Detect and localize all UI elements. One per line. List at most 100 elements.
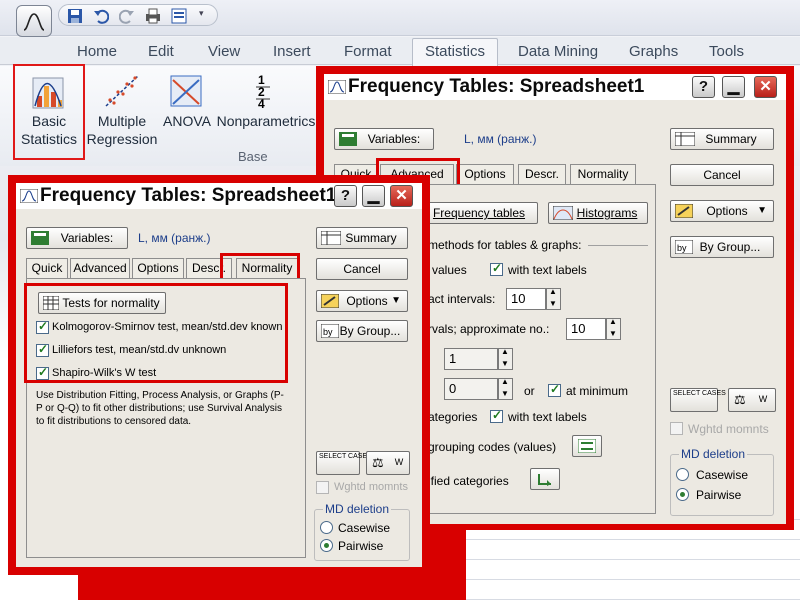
weight-label: W bbox=[394, 457, 404, 467]
customize-qat-icon[interactable]: ▾ bbox=[199, 8, 215, 24]
tab-options[interactable]: Options bbox=[456, 164, 514, 184]
tab-tools[interactable]: Tools bbox=[709, 43, 744, 60]
svg-text:by: by bbox=[323, 327, 333, 337]
step-size-input[interactable]: 1 bbox=[444, 348, 498, 370]
methods-heading: methods for tables & graphs: bbox=[428, 238, 582, 252]
shapiro-wilk-label: Shapiro-Wilk's W test bbox=[52, 367, 157, 379]
md-deletion-title: MD deletion bbox=[679, 447, 748, 461]
weight-button[interactable]: ⚖ W bbox=[366, 451, 410, 475]
save-icon[interactable] bbox=[67, 8, 83, 24]
multiple-regression-button[interactable]: Multiple Regression bbox=[86, 70, 158, 148]
app-menu-icon[interactable] bbox=[16, 5, 52, 37]
options-button[interactable]: Options ▼ bbox=[670, 200, 774, 222]
variables-value: L, мм (ранж.) bbox=[138, 231, 211, 245]
help-button[interactable]: ? bbox=[692, 76, 715, 98]
text-labels-checkbox-2[interactable] bbox=[490, 408, 503, 423]
by-group-label: By Group... bbox=[339, 324, 401, 338]
casewise-radio[interactable] bbox=[320, 521, 333, 534]
tab-view[interactable]: View bbox=[208, 43, 240, 60]
tab-advanced[interactable]: Advanced bbox=[70, 258, 130, 278]
specified-categories-button[interactable] bbox=[530, 468, 560, 490]
casewise-label: Casewise bbox=[338, 521, 391, 535]
grouping-codes-label: grouping codes (values) bbox=[428, 440, 557, 454]
variables-label: Variables: bbox=[60, 231, 114, 245]
front-dialog: Frequency Tables: Spreadsheet1 ? ▁ ✕ Var… bbox=[16, 183, 422, 567]
tab-graphs[interactable]: Graphs bbox=[629, 43, 678, 60]
tab-data-mining[interactable]: Data Mining bbox=[518, 43, 598, 60]
properties-icon[interactable] bbox=[171, 8, 187, 24]
close-button[interactable]: ✕ bbox=[754, 76, 777, 98]
normality-note: Use Distribution Fitting, Process Analys… bbox=[36, 390, 284, 427]
options-button[interactable]: Options ▼ bbox=[316, 290, 408, 312]
tab-statistics[interactable]: Statistics bbox=[425, 43, 485, 60]
approx-intervals-spinner[interactable] bbox=[606, 317, 621, 340]
at-minimum-label: at minimum bbox=[566, 384, 629, 398]
frequency-app-icon bbox=[328, 80, 346, 94]
weight-icon: ⚖ bbox=[372, 455, 384, 470]
minimize-button[interactable]: ▁ bbox=[362, 185, 385, 207]
tab-quick[interactable]: Quick bbox=[26, 258, 68, 278]
categories-label: ategories bbox=[428, 410, 478, 424]
minimize-button[interactable]: ▁ bbox=[722, 76, 745, 98]
front-dialog-titlebar: Frequency Tables: Spreadsheet1 ? ▁ ✕ bbox=[16, 183, 422, 209]
histograms-button[interactable]: Histograms bbox=[548, 202, 648, 224]
step-size-spinner[interactable] bbox=[498, 347, 513, 370]
summary-button[interactable]: Summary bbox=[316, 227, 408, 249]
tab-descr[interactable]: Descr. bbox=[518, 164, 566, 184]
close-button[interactable]: ✕ bbox=[390, 185, 413, 207]
at-minimum-checkbox[interactable] bbox=[548, 382, 561, 397]
variables-label: Variables: bbox=[367, 132, 421, 146]
lilliefors-checkbox[interactable] bbox=[36, 342, 49, 357]
select-cases-button[interactable]: SELECT CASES bbox=[316, 451, 372, 475]
pairwise-radio[interactable] bbox=[676, 488, 689, 501]
starting-at-input[interactable]: 0 bbox=[444, 378, 498, 400]
variables-button[interactable]: Variables: bbox=[334, 128, 434, 150]
tab-insert[interactable]: Insert bbox=[273, 43, 311, 60]
undo-icon[interactable] bbox=[93, 8, 110, 24]
cancel-button[interactable]: Cancel bbox=[670, 164, 774, 186]
weighted-moments-checkbox[interactable] bbox=[316, 481, 329, 494]
weight-button[interactable]: ⚖ W bbox=[728, 388, 776, 412]
print-icon[interactable] bbox=[145, 8, 161, 24]
starting-at-spinner[interactable] bbox=[498, 377, 513, 400]
text-labels-checkbox-1[interactable] bbox=[490, 261, 503, 276]
anova-button[interactable]: ANOVA bbox=[162, 70, 212, 130]
redo-icon[interactable] bbox=[118, 8, 135, 24]
nonparametrics-label: Nonparametrics bbox=[216, 113, 316, 129]
by-group-icon: by bbox=[675, 240, 693, 254]
pairwise-label: Pairwise bbox=[696, 488, 742, 502]
cancel-button[interactable]: Cancel bbox=[316, 258, 408, 280]
back-dialog-titlebar: Frequency Tables: Spreadsheet1 ? ▁ ✕ bbox=[324, 74, 786, 100]
tab-edit[interactable]: Edit bbox=[148, 43, 174, 60]
normality-tab-highlight bbox=[220, 253, 300, 281]
tab-home[interactable]: Home bbox=[77, 43, 117, 60]
weight-icon: ⚖ bbox=[734, 392, 746, 407]
tab-options[interactable]: Options bbox=[132, 258, 184, 278]
summary-button[interactable]: Summary bbox=[670, 128, 774, 150]
weighted-moments-checkbox[interactable] bbox=[670, 422, 683, 435]
tab-normality[interactable]: Normality bbox=[570, 164, 636, 184]
tab-format[interactable]: Format bbox=[344, 43, 392, 60]
options-label: Options bbox=[706, 204, 748, 218]
kolmogorov-smirnov-checkbox[interactable] bbox=[36, 319, 49, 334]
shapiro-wilk-checkbox[interactable] bbox=[36, 365, 49, 380]
pairwise-radio[interactable] bbox=[320, 539, 333, 552]
approx-intervals-input[interactable]: 10 bbox=[566, 318, 606, 340]
tests-for-normality-label: Tests for normality bbox=[62, 296, 160, 310]
histogram-icon bbox=[553, 206, 573, 220]
by-group-button[interactable]: by By Group... bbox=[316, 320, 408, 342]
tests-for-normality-button[interactable]: Tests for normality bbox=[38, 292, 166, 314]
select-cases-button[interactable]: SELECT CASES bbox=[670, 388, 726, 412]
by-group-button[interactable]: by By Group... bbox=[670, 236, 774, 258]
exact-intervals-input[interactable]: 10 bbox=[506, 288, 546, 310]
variables-button[interactable]: Variables: bbox=[26, 227, 128, 249]
text-labels-label-2: with text labels bbox=[508, 410, 587, 424]
grouping-codes-button[interactable] bbox=[572, 435, 602, 457]
frequency-tables-button[interactable]: Frequency tables bbox=[420, 202, 538, 224]
kolmogorov-smirnov-label: Kolmogorov-Smirnov test, mean/std.dev kn… bbox=[52, 321, 283, 333]
weighted-moments-label: Wghtd momnts bbox=[688, 422, 769, 436]
nonparametrics-button[interactable]: 1 2 4 Nonparametrics bbox=[214, 70, 318, 130]
help-button[interactable]: ? bbox=[334, 185, 357, 207]
casewise-radio[interactable] bbox=[676, 468, 689, 481]
exact-intervals-spinner[interactable] bbox=[546, 287, 561, 310]
